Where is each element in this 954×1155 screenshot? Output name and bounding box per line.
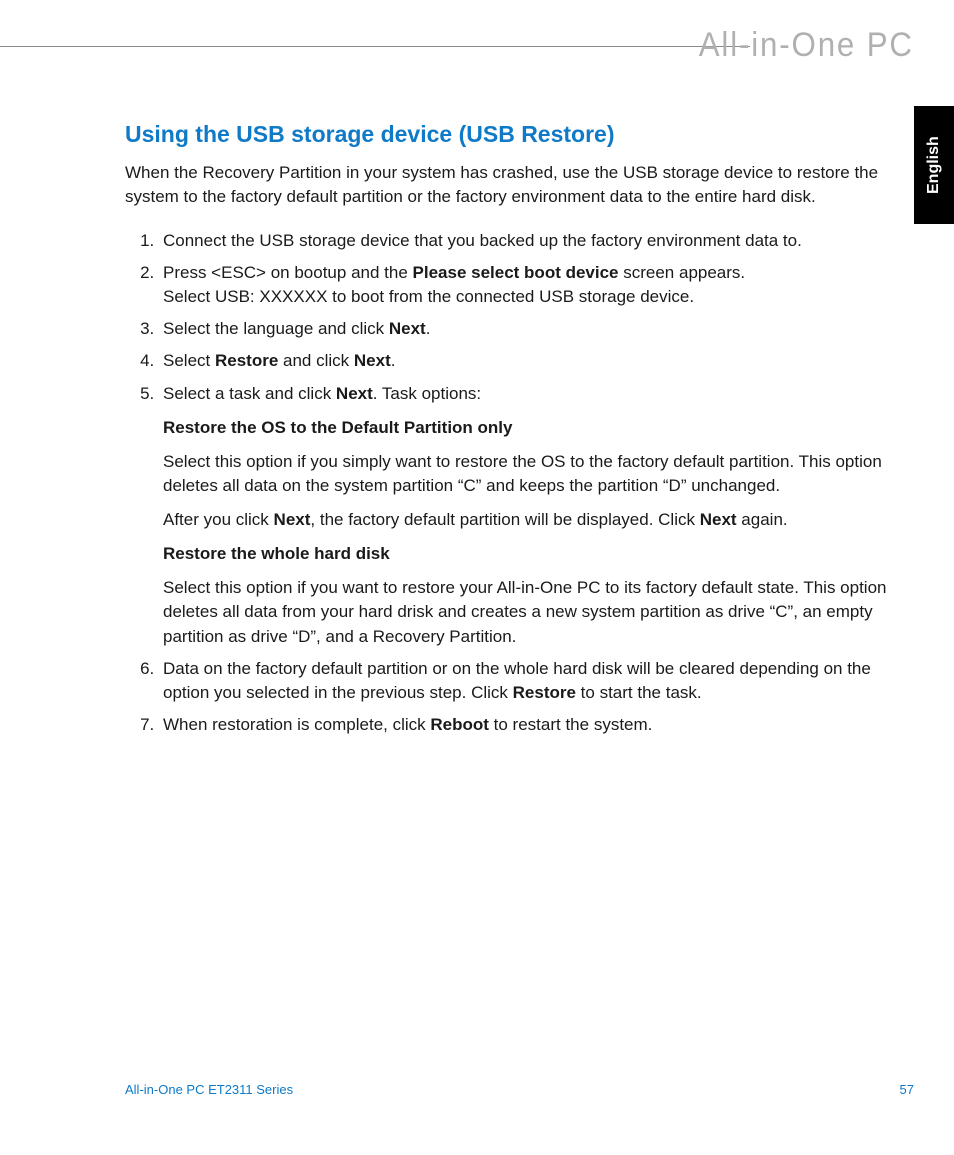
step-3-text-a: Select the language and click: [163, 319, 389, 338]
step-4: Select Restore and click Next.: [159, 345, 914, 377]
step-1: Connect the USB storage device that you …: [159, 225, 914, 257]
step-5-sub-1-p2-bold-2: Next: [700, 510, 737, 529]
step-5-sub-1-p2-bold-1: Next: [274, 510, 311, 529]
footer-page-number: 57: [900, 1082, 914, 1097]
footer-product: All-in-One PC ET2311 Series: [125, 1082, 293, 1097]
page-footer: All-in-One PC ET2311 Series 57: [125, 1082, 914, 1097]
step-5-text-b: . Task options:: [373, 384, 481, 403]
step-3: Select the language and click Next.: [159, 313, 914, 345]
step-5-text-a: Select a task and click: [163, 384, 336, 403]
step-2-text-a: Press <ESC> on bootup and the: [163, 263, 413, 282]
step-1-text: Connect the USB storage device that you …: [163, 231, 802, 250]
step-4-bold-1: Restore: [215, 351, 278, 370]
step-2-line-2: Select USB: XXXXXX to boot from the conn…: [163, 285, 914, 309]
step-5-sub-2-p1: Select this option if you want to restor…: [163, 576, 914, 648]
step-4-mid: and click: [278, 351, 354, 370]
step-6: Data on the factory default partition or…: [159, 653, 914, 709]
step-7-bold: Reboot: [430, 715, 489, 734]
step-2-bold: Please select boot device: [413, 263, 619, 282]
step-7-text-b: to restart the system.: [489, 715, 652, 734]
step-4-text-b: .: [391, 351, 396, 370]
step-7: When restoration is complete, click Rebo…: [159, 709, 914, 741]
step-2-text-b: screen appears.: [619, 263, 746, 282]
step-2: Press <ESC> on bootup and the Please sel…: [159, 257, 914, 313]
step-6-text-b: to start the task.: [576, 683, 702, 702]
step-5-sub-1-p1: Select this option if you simply want to…: [163, 450, 914, 498]
intro-paragraph: When the Recovery Partition in your syst…: [125, 161, 914, 209]
steps-list: Connect the USB storage device that you …: [125, 225, 914, 741]
step-5-sub-1-p2-mid: , the factory default partition will be …: [310, 510, 699, 529]
step-6-bold: Restore: [513, 683, 576, 702]
step-4-bold-2: Next: [354, 351, 391, 370]
main-content: Using the USB storage device (USB Restor…: [125, 118, 914, 741]
step-5-sub-1-p2-b: again.: [737, 510, 788, 529]
section-title: Using the USB storage device (USB Restor…: [125, 118, 914, 151]
step-7-text-a: When restoration is complete, click: [163, 715, 430, 734]
top-horizontal-rule: [0, 46, 750, 47]
step-5-sub-1-p2: After you click Next, the factory defaul…: [163, 508, 914, 532]
language-tab: English: [914, 106, 954, 224]
step-5: Select a task and click Next. Task optio…: [159, 378, 914, 653]
step-5-bold: Next: [336, 384, 373, 403]
step-3-bold: Next: [389, 319, 426, 338]
step-5-sub-1-p2-a: After you click: [163, 510, 274, 529]
step-5-sub-2-title: Restore the whole hard disk: [163, 542, 914, 566]
step-5-sub-1-title: Restore the OS to the Default Partition …: [163, 416, 914, 440]
brand-header: All-in-One PC: [699, 26, 914, 65]
step-3-text-b: .: [426, 319, 431, 338]
page-root: All-in-One PC English Using the USB stor…: [0, 0, 954, 1155]
step-4-text-a: Select: [163, 351, 215, 370]
